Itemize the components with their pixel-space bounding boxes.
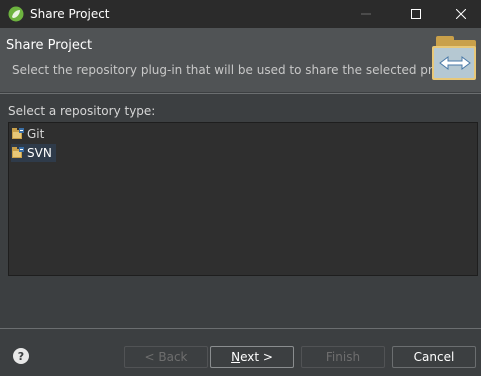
wizard-header: Share Project Select the repository plug… [0, 28, 481, 92]
title-bar: Share Project [0, 0, 481, 28]
cancel-button[interactable]: Cancel [392, 346, 476, 368]
repository-icon [12, 147, 24, 158]
close-button[interactable] [438, 0, 481, 28]
share-project-dialog: Share Project Share Project Select the r… [0, 0, 481, 376]
footer-separator [0, 328, 481, 329]
list-item-svn[interactable]: SVN [11, 144, 56, 162]
help-icon[interactable]: ? [13, 348, 29, 364]
repository-type-list[interactable]: Git SVN [8, 122, 478, 276]
spring-leaf-icon [8, 6, 24, 22]
page-title: Share Project [6, 38, 93, 53]
next-button-label: Next > [231, 350, 273, 364]
minimize-icon [361, 13, 371, 15]
maximize-icon [411, 9, 421, 19]
list-item-label: SVN [27, 146, 52, 160]
next-button[interactable]: Next > [210, 346, 294, 368]
list-item-label: Git [27, 127, 45, 141]
finish-button[interactable]: Finish [301, 346, 385, 368]
maximize-button[interactable] [393, 0, 439, 28]
repository-type-label: Select a repository type: [8, 104, 156, 118]
share-folder-icon [432, 36, 476, 80]
minimize-button[interactable] [343, 0, 389, 28]
back-button[interactable]: < Back [124, 346, 208, 368]
window-title: Share Project [30, 7, 110, 21]
header-separator [0, 93, 481, 94]
page-description: Select the repository plug-in that will … [12, 63, 466, 77]
list-item-git[interactable]: Git [11, 125, 48, 143]
close-icon [456, 9, 466, 19]
repository-icon [12, 128, 24, 139]
